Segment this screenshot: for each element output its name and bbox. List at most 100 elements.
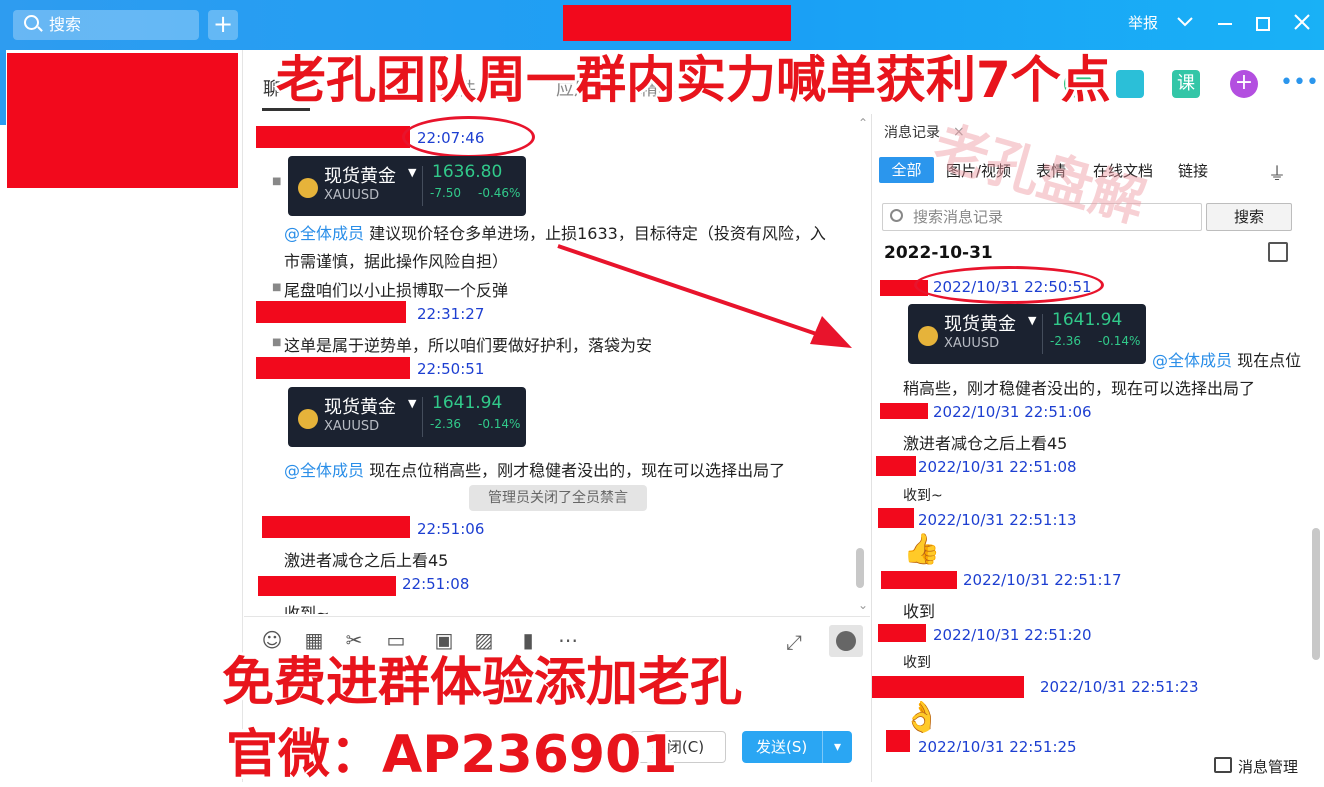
redacted-sender bbox=[256, 301, 406, 323]
message-time: 22:50:51 bbox=[417, 360, 485, 378]
quote-change: -7.50 bbox=[430, 186, 462, 200]
quote-price: 1641.94 bbox=[1052, 310, 1123, 330]
quote-code: XAUUSD bbox=[324, 419, 380, 434]
clock-icon bbox=[836, 631, 856, 651]
course-icon[interactable]: 课 bbox=[1172, 70, 1200, 98]
chat-scrollbar[interactable] bbox=[856, 548, 864, 588]
bottom-promo-banner-2: 官微：AP236901 bbox=[226, 725, 678, 785]
mention-all[interactable]: @全体成员 bbox=[284, 461, 364, 480]
history-text: 收到~ bbox=[903, 488, 943, 504]
redacted-sender bbox=[880, 403, 928, 419]
highlight-oval bbox=[402, 116, 535, 158]
expand-icon[interactable]: ⤢ bbox=[786, 630, 802, 654]
gold-coin-icon bbox=[298, 178, 318, 198]
bottom-promo-banner-1: 免费进群体验添加老孔 bbox=[222, 653, 743, 713]
scroll-up-icon[interactable]: ⌃ bbox=[858, 116, 868, 130]
message-time: 22:31:27 bbox=[417, 305, 485, 323]
history-time: 2022/10/31 22:51:06 bbox=[933, 403, 1092, 421]
redacted-group-name bbox=[563, 5, 791, 41]
message-time: 22:51:08 bbox=[402, 575, 470, 593]
history-text-line: 稍高些，刚才稳健者没出的，现在可以选择出局了 bbox=[903, 379, 1256, 398]
history-date: 2022-10-31 bbox=[884, 243, 993, 263]
gold-quote-card[interactable]: 现货黄金 ▼ XAUUSD 1636.80 -7.50 -0.46% bbox=[288, 156, 526, 216]
caret-down-icon: ▼ bbox=[1028, 314, 1037, 327]
history-text: 激进者减仓之后上看45 bbox=[903, 434, 1068, 453]
caret-down-icon: ▼ bbox=[408, 166, 417, 179]
history-text-line: 现在点位 bbox=[1237, 351, 1302, 370]
selected-contact-indicator bbox=[0, 50, 6, 125]
quote-percent: -0.14% bbox=[1098, 334, 1141, 348]
quote-code: XAUUSD bbox=[324, 188, 380, 203]
history-time: 2022/10/31 22:51:13 bbox=[918, 511, 1077, 529]
filter-icon[interactable]: ⏚ bbox=[1268, 160, 1286, 186]
history-time: 2022/10/31 22:51:25 bbox=[918, 738, 1077, 752]
redacted-sender bbox=[881, 571, 957, 589]
history-tab-all[interactable]: 全部 bbox=[879, 157, 934, 183]
chevron-down-icon[interactable] bbox=[1177, 14, 1193, 32]
mention-all[interactable]: @全体成员 bbox=[1152, 351, 1232, 370]
video-icon[interactable] bbox=[1116, 70, 1144, 98]
top-promo-banner: 老孔团队周一群内实力喊单获利7个点 bbox=[276, 51, 1111, 109]
calendar-icon[interactable] bbox=[1268, 242, 1288, 262]
quote-name: 现货黄金 bbox=[324, 166, 396, 187]
gold-quote-card[interactable]: 现货黄金 ▼ XAUUSD 1641.94 -2.36 -0.14% bbox=[288, 387, 526, 447]
history-time: 2022/10/31 22:51:17 bbox=[963, 571, 1122, 589]
add-button[interactable]: + bbox=[208, 10, 238, 40]
quote-percent: -0.14% bbox=[478, 417, 521, 431]
history-time: 2022/10/31 22:51:20 bbox=[933, 626, 1092, 644]
search-icon bbox=[24, 15, 39, 30]
quote-name: 现货黄金 bbox=[944, 314, 1016, 335]
caret-down-icon: ▼ bbox=[408, 397, 417, 410]
history-text: 收到 bbox=[903, 602, 936, 621]
history-scrollbar[interactable] bbox=[1312, 528, 1320, 660]
report-link[interactable]: 举报 bbox=[1128, 12, 1158, 33]
redacted-sender bbox=[262, 516, 410, 538]
gold-quote-card[interactable]: 现货黄金 ▼ XAUUSD 1641.94 -2.36 -0.14% bbox=[908, 304, 1146, 364]
message-time: 22:51:06 bbox=[417, 520, 485, 538]
send-options-chevron-icon[interactable]: ▾ bbox=[822, 731, 852, 763]
quote-percent: -0.46% bbox=[478, 186, 521, 200]
add-app-icon[interactable]: + bbox=[1230, 70, 1258, 98]
thumbs-up-emoji: 👍 bbox=[903, 532, 941, 567]
maximize-icon[interactable] bbox=[1256, 17, 1270, 31]
history-search-button[interactable]: 搜索 bbox=[1206, 203, 1292, 231]
redacted-avatar bbox=[7, 53, 238, 188]
history-time: 2022/10/31 22:51:08 bbox=[918, 458, 1077, 476]
redacted-sender bbox=[256, 357, 410, 379]
quote-price: 1641.94 bbox=[432, 393, 503, 413]
message-manager-link[interactable]: 消息管理 bbox=[1238, 756, 1298, 777]
message-text-line: 市需谨慎，据此操作风险自担） bbox=[284, 252, 509, 271]
history-tab-links[interactable]: 链接 bbox=[1178, 160, 1208, 181]
search-icon bbox=[890, 209, 903, 222]
quote-change: -2.36 bbox=[1050, 334, 1082, 348]
quote-change: -2.36 bbox=[430, 417, 462, 431]
red-arrow-annotation bbox=[557, 244, 852, 348]
quote-price: 1636.80 bbox=[432, 162, 503, 182]
close-icon[interactable] bbox=[1294, 14, 1310, 34]
redacted-sender bbox=[258, 576, 396, 596]
scroll-down-icon[interactable]: ⌄ bbox=[858, 598, 868, 612]
divider bbox=[422, 397, 423, 437]
redacted-sender bbox=[872, 676, 1024, 698]
highlight-oval bbox=[914, 266, 1104, 304]
mention-all[interactable]: @全体成员 bbox=[284, 224, 364, 243]
gold-coin-icon bbox=[298, 409, 318, 429]
quote-name: 现货黄金 bbox=[324, 397, 396, 418]
divider bbox=[1042, 314, 1043, 354]
minimize-icon[interactable] bbox=[1218, 23, 1232, 25]
gold-coin-icon bbox=[918, 326, 938, 346]
message-bullet: ■ bbox=[272, 282, 282, 293]
redacted-sender bbox=[878, 624, 926, 642]
message-bullet: ■ bbox=[272, 337, 282, 348]
system-notice: 管理员关闭了全员禁言 bbox=[469, 485, 647, 511]
history-button[interactable] bbox=[829, 625, 863, 657]
message-text: @全体成员 现在点位稍高些，刚才稳健者没出的，现在可以选择出局了 bbox=[284, 457, 785, 481]
history-title: 消息记录 bbox=[884, 125, 940, 141]
more-icon[interactable]: ••• bbox=[1280, 70, 1319, 95]
message-text: 尾盘咱们以小止损博取一个反弹 bbox=[284, 281, 509, 300]
redacted-sender bbox=[878, 508, 914, 528]
history-time: 2022/10/31 22:51:23 bbox=[1040, 678, 1199, 696]
history-text: 收到 bbox=[903, 655, 931, 671]
search-input[interactable]: 搜索 bbox=[13, 10, 199, 40]
message-text: 激进者减仓之后上看45 bbox=[284, 551, 449, 570]
